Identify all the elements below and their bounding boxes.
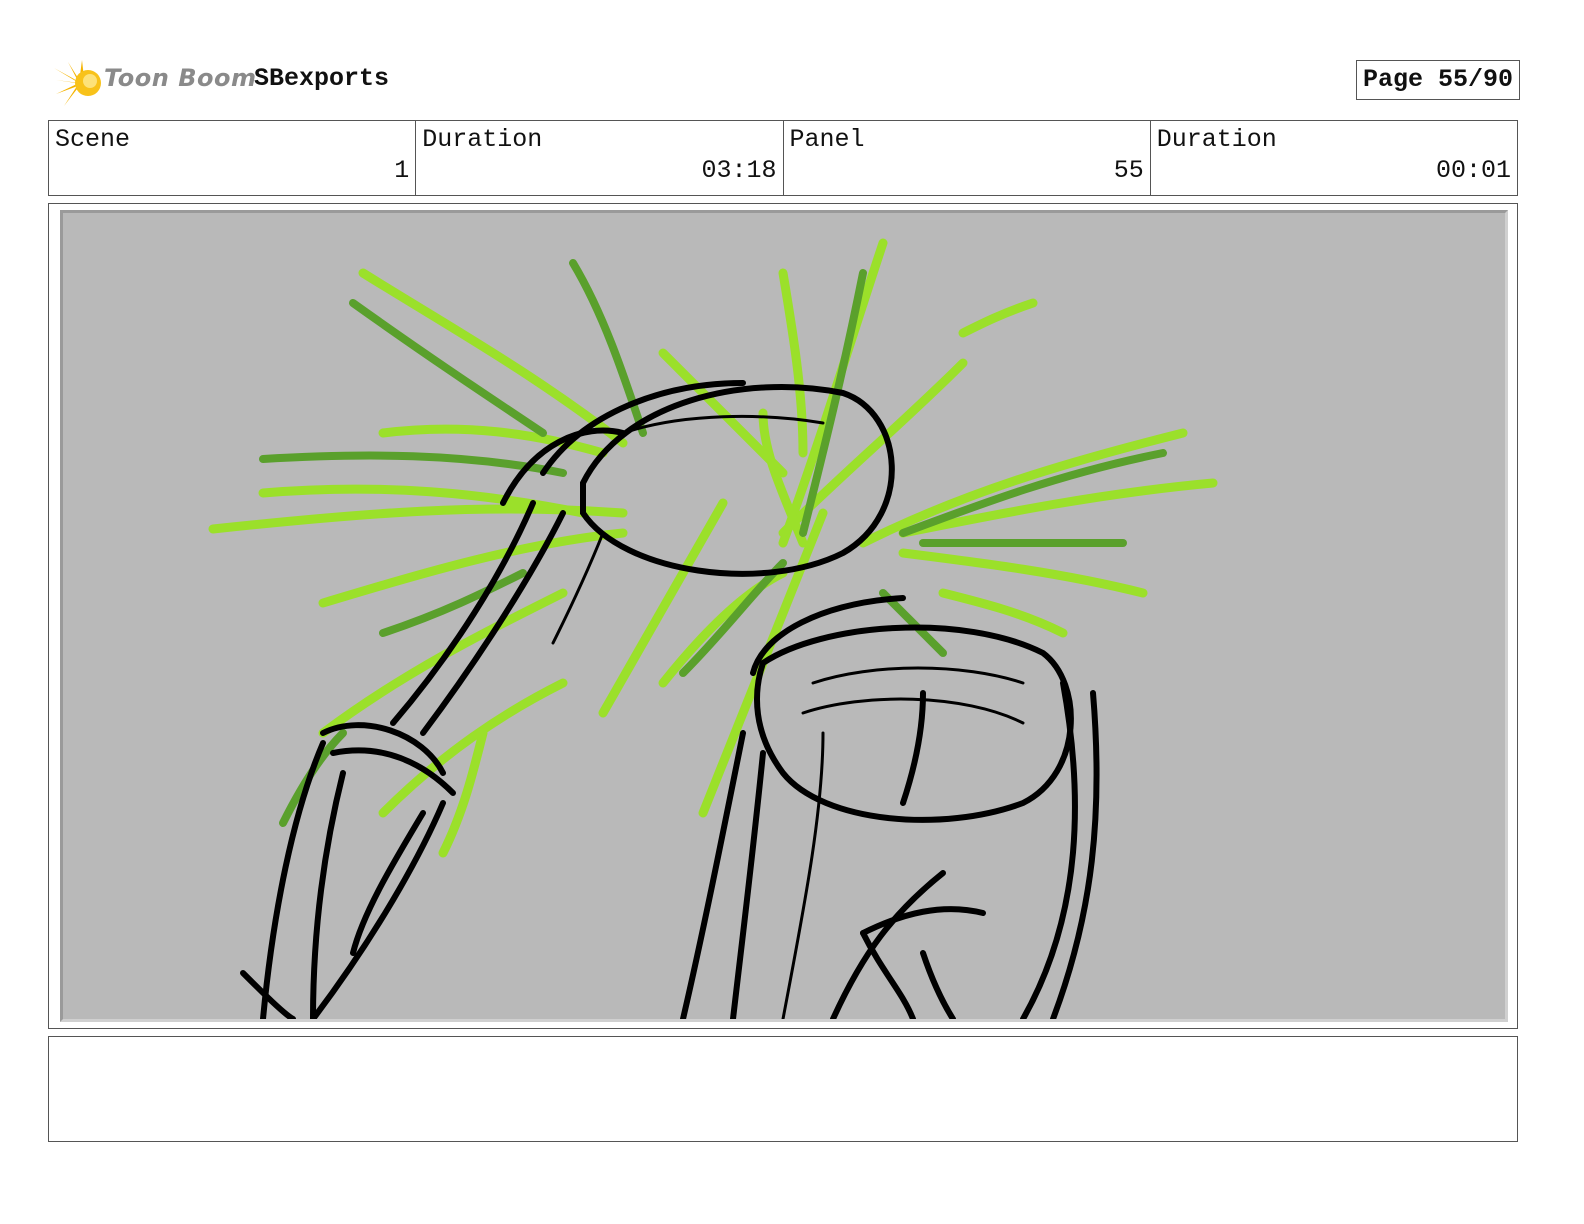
panel-notes <box>48 1036 1518 1142</box>
panel-label: Panel <box>789 125 865 154</box>
scene-duration-value: 03:18 <box>701 156 777 185</box>
brand-name: Toon Boom <box>104 64 257 92</box>
panel-image <box>60 210 1508 1022</box>
toon-boom-logo-icon <box>54 60 101 106</box>
panel-duration-label: Duration <box>1156 125 1277 154</box>
panel-cell: Panel 55 <box>784 121 1151 195</box>
scene-cell: Scene 1 <box>49 121 417 195</box>
scene-duration-cell: Duration 03:18 <box>416 121 784 195</box>
scene-duration-label: Duration <box>422 125 543 154</box>
scene-value: 1 <box>394 156 410 185</box>
page-indicator: Page 55/90 <box>1355 60 1520 100</box>
sketch-drawing <box>208 238 1218 1019</box>
panel-duration-cell: Duration 00:01 <box>1151 121 1517 195</box>
project-title: SBexports <box>254 64 390 93</box>
info-table: Scene 1 Duration 03:18 Panel 55 Duration… <box>48 120 1518 196</box>
panel-value: 55 <box>1113 156 1144 185</box>
page-header: Toon Boom SBexports Page 55/90 <box>52 52 1536 112</box>
panel-duration-value: 00:01 <box>1435 156 1511 185</box>
scene-label: Scene <box>55 125 131 154</box>
